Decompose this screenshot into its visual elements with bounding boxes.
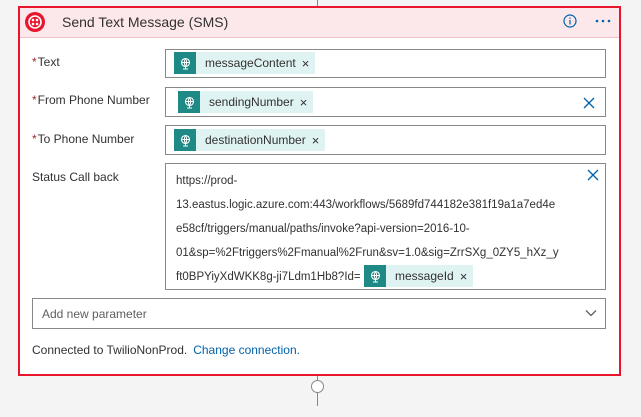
- from-phone-label: *From Phone Number: [32, 93, 150, 107]
- token-label: destinationNumber: [205, 133, 306, 147]
- clear-field-icon[interactable]: [583, 97, 595, 109]
- add-step-connector-icon[interactable]: [311, 380, 324, 393]
- remove-token-icon[interactable]: ×: [302, 57, 310, 70]
- to-phone-field[interactable]: destinationNumber ×: [165, 125, 606, 155]
- text-field[interactable]: messageContent ×: [165, 49, 606, 78]
- dynamic-content-token[interactable]: sendingNumber ×: [178, 91, 314, 113]
- info-icon[interactable]: [563, 14, 577, 28]
- dynamic-content-token[interactable]: messageContent ×: [174, 52, 316, 74]
- connection-status-text: Connected to TwilioNonProd.: [32, 343, 188, 357]
- twilio-logo-icon: [25, 12, 45, 32]
- to-phone-label: *To Phone Number: [32, 132, 135, 146]
- dynamic-content-token[interactable]: messageId ×: [364, 265, 474, 287]
- clear-field-icon[interactable]: [587, 169, 599, 181]
- chevron-down-icon: [585, 310, 597, 317]
- card-title: Send Text Message (SMS): [62, 14, 229, 30]
- token-label: messageId: [395, 269, 454, 283]
- token-label: sendingNumber: [209, 95, 294, 109]
- globe-icon: [174, 52, 196, 74]
- required-marker: *: [32, 93, 37, 107]
- from-phone-field[interactable]: sendingNumber ×: [165, 87, 606, 117]
- action-card: Send Text Message (SMS) *Text messageCon…: [18, 6, 621, 376]
- add-parameter-dropdown[interactable]: Add new parameter: [32, 298, 606, 329]
- remove-token-icon[interactable]: ×: [460, 270, 468, 283]
- token-label: messageContent: [205, 56, 296, 70]
- status-callback-field[interactable]: https://prod- 13.eastus.logic.azure.com:…: [165, 163, 606, 290]
- globe-icon: [364, 265, 386, 287]
- add-parameter-placeholder: Add new parameter: [42, 307, 147, 321]
- globe-icon: [178, 91, 200, 113]
- remove-token-icon[interactable]: ×: [312, 134, 320, 147]
- required-marker: *: [32, 132, 37, 146]
- change-connection-link[interactable]: Change connection.: [193, 343, 300, 357]
- dynamic-content-token[interactable]: destinationNumber ×: [174, 129, 326, 151]
- required-marker: *: [32, 55, 37, 69]
- status-callback-label: Status Call back: [32, 170, 119, 184]
- text-field-label: *Text: [32, 55, 60, 69]
- remove-token-icon[interactable]: ×: [300, 96, 308, 109]
- card-header[interactable]: Send Text Message (SMS): [20, 8, 619, 38]
- more-options-icon[interactable]: [594, 16, 612, 26]
- connection-footer: Connected to TwilioNonProd. Change connec…: [32, 343, 300, 357]
- globe-icon: [174, 129, 196, 151]
